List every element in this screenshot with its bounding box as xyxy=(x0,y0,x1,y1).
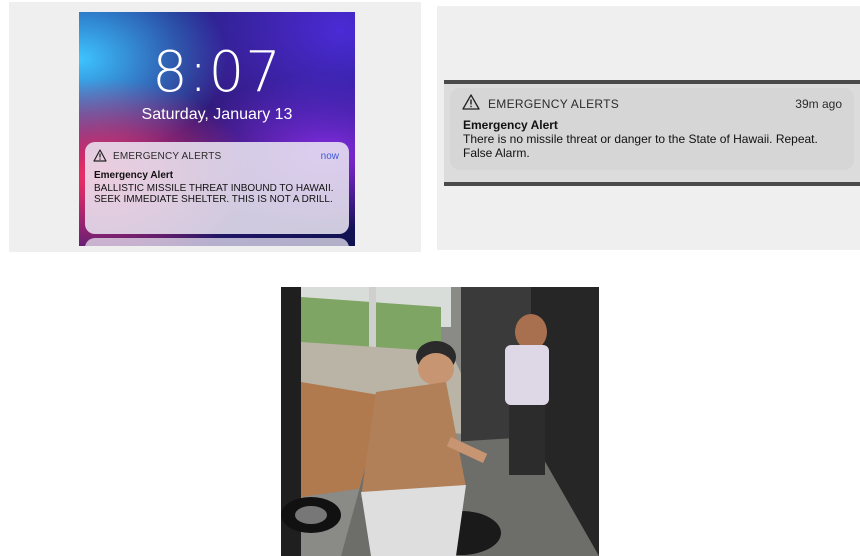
banner-title: Emergency Alert xyxy=(463,118,558,132)
warning-triangle-icon xyxy=(462,94,480,110)
banner-header: EMERGENCY ALERTS 39m ago xyxy=(462,94,842,114)
lockscreen-notification[interactable]: EMERGENCY ALERTS now Emergency Alert BAL… xyxy=(85,142,349,234)
banner-screenshot: EMERGENCY ALERTS 39m ago Emergency Alert… xyxy=(444,80,860,186)
banner-body: There is no missile threat or danger to … xyxy=(463,132,818,160)
notification-header: EMERGENCY ALERTS now xyxy=(93,149,339,164)
notification-body: BALLISTIC MISSILE THREAT INBOUND TO HAWA… xyxy=(94,183,334,205)
lockscreen-date: Saturday, January 13 xyxy=(141,106,293,123)
lockscreen-clock: 8:07 xyxy=(152,40,282,105)
notification-title: Emergency Alert xyxy=(94,170,174,181)
lockscreen-panel: 8:07 Saturday, January 13 EMERGENCY ALER… xyxy=(9,2,421,252)
banner-notification[interactable]: EMERGENCY ALERTS 39m ago Emergency Alert… xyxy=(450,88,854,170)
lockscreen-notification-stacked[interactable] xyxy=(85,238,349,246)
lockscreen: 8:07 Saturday, January 13 EMERGENCY ALER… xyxy=(79,12,355,246)
warning-triangle-icon xyxy=(93,149,107,162)
notification-time: now xyxy=(320,151,339,162)
banner-app-name: EMERGENCY ALERTS xyxy=(488,97,620,111)
banner-panel: EMERGENCY ALERTS 39m ago Emergency Alert… xyxy=(437,6,860,250)
street-photo-illustration xyxy=(281,287,599,556)
street-photo xyxy=(281,287,599,556)
banner-time: 39m ago xyxy=(795,97,842,111)
notification-app-name: EMERGENCY ALERTS xyxy=(113,151,222,162)
